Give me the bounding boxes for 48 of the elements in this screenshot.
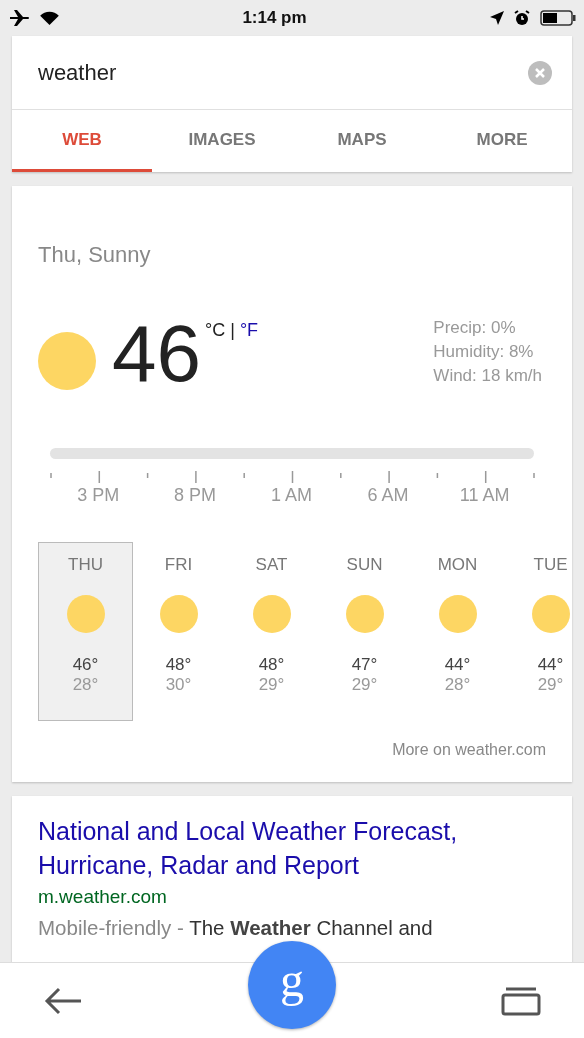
sun-icon (531, 595, 570, 633)
alarm-clock-icon (514, 10, 530, 26)
airplane-icon (10, 10, 30, 26)
sun-icon (38, 332, 96, 390)
result-snippet: Mobile-friendly - The Weather Channel and (38, 915, 434, 941)
sun-icon (345, 595, 384, 633)
temperature: 46 (112, 316, 201, 392)
location-arrow-icon (490, 11, 504, 25)
weather-condition: Thu, Sunny (38, 242, 152, 268)
search-tab[interactable]: IMAGES (152, 110, 292, 172)
timeline-track[interactable] (50, 448, 534, 459)
sun-icon (159, 595, 198, 633)
forecast-day[interactable]: TUE 44° 29° (503, 542, 572, 721)
back-button[interactable] (42, 985, 83, 1016)
more-link[interactable]: More on weather.com (392, 741, 546, 758)
battery-icon (540, 10, 576, 26)
unit-toggle[interactable]: °C (205, 320, 226, 341)
weather-detail: Humidity: 8% (433, 341, 535, 363)
weather-detail: Wind: 18 km/h (433, 365, 542, 387)
status-time: 1:14 pm (242, 8, 307, 28)
hour-label: 6 AM (366, 485, 410, 506)
forecast-day[interactable]: SAT 48° 29° (224, 542, 319, 721)
wifi-icon (40, 11, 59, 25)
forecast-day[interactable]: FRI 48° 30° (131, 542, 226, 721)
tabs-button[interactable] (501, 985, 542, 1016)
sun-icon (252, 595, 291, 633)
forecast-day[interactable]: MON 44° 28° (410, 542, 505, 721)
sun-icon (438, 595, 477, 633)
forecast-day[interactable]: THU 46° 28° (38, 542, 133, 721)
result-url: m.weather.com (38, 886, 168, 908)
hour-label: 3 PM (76, 485, 121, 506)
weather-detail: Precip: 0% (433, 317, 517, 339)
hour-label: 11 AM (458, 485, 511, 506)
forecast-day[interactable]: SUN 47° 29° (317, 542, 412, 721)
unit-toggle[interactable]: °F (239, 320, 259, 341)
unit-separator: | (230, 320, 235, 341)
close-icon (528, 60, 552, 85)
assistant-button[interactable]: g (248, 941, 336, 1029)
back-arrow-icon (42, 985, 83, 1016)
search-tab[interactable]: MAPS (292, 110, 432, 172)
hour-label: 8 PM (172, 485, 217, 506)
result-title[interactable]: National and Local Weather Forecast, Hurricane, Radar and Report (38, 814, 546, 882)
hour-label: 1 AM (269, 485, 313, 506)
search-tab[interactable]: WEB (12, 110, 152, 172)
search-field[interactable]: weather (38, 59, 438, 86)
sun-icon (66, 595, 105, 633)
search-tab[interactable]: MORE (432, 110, 572, 172)
tabs-icon (501, 985, 542, 1016)
